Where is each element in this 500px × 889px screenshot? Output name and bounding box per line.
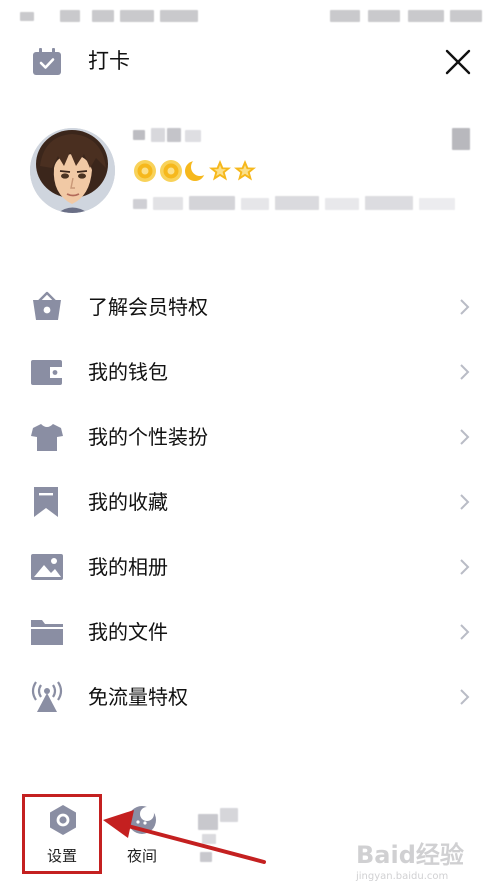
chevron-right-icon <box>459 298 471 316</box>
weather-blur[interactable] <box>198 804 240 864</box>
menu-list: 了解会员特权 我的钱包 我的个性装扮 我的收藏 我的相册 我的文件 免流量特权 <box>0 274 500 729</box>
wallet-icon <box>30 356 64 388</box>
moon-face-icon <box>127 805 157 835</box>
star-badge-icon <box>234 160 256 181</box>
menu-item-label: 我的收藏 <box>88 490 168 514</box>
watermark-logo: Baid经验 jingyan.baidu.com <box>356 840 496 888</box>
checkin-label[interactable]: 打卡 <box>88 46 130 76</box>
menu-item-files[interactable]: 我的文件 <box>0 599 500 664</box>
menu-item-vip-privileges[interactable]: 了解会员特权 <box>0 274 500 339</box>
status-blur <box>20 12 34 21</box>
sun-badge-icon <box>134 160 156 182</box>
folder-icon <box>30 616 64 648</box>
status-blur <box>92 10 114 22</box>
status-bar <box>0 0 500 30</box>
level-badges <box>133 158 263 184</box>
watermark-main: Baid经验 <box>356 841 464 869</box>
watermark-sub: jingyan.baidu.com <box>356 871 449 882</box>
menu-item-label: 我的相册 <box>88 555 168 579</box>
menu-item-favorites[interactable]: 我的收藏 <box>0 469 500 534</box>
menu-item-wallet[interactable]: 我的钱包 <box>0 339 500 404</box>
menu-item-label: 免流量特权 <box>88 685 188 709</box>
signature-blur <box>133 196 463 210</box>
calendar-check-icon[interactable] <box>32 48 62 76</box>
moon-badge-icon <box>185 158 209 181</box>
menu-item-label: 我的钱包 <box>88 360 168 384</box>
chevron-right-icon <box>459 428 471 446</box>
status-blur <box>408 10 444 22</box>
close-icon[interactable] <box>444 48 472 76</box>
tshirt-icon <box>30 421 64 453</box>
signal-tower-icon <box>30 681 64 713</box>
annotation-highlight-box <box>22 794 102 874</box>
chevron-right-icon <box>459 493 471 511</box>
status-blur <box>330 10 360 22</box>
crown-basket-icon <box>30 291 64 323</box>
nickname-blur <box>133 128 203 142</box>
menu-item-label: 我的文件 <box>88 620 168 644</box>
sun-badge-icon <box>160 160 182 182</box>
status-blur <box>160 10 198 22</box>
night-mode-label: 夜间 <box>126 847 157 865</box>
menu-item-album[interactable]: 我的相册 <box>0 534 500 599</box>
bookmark-icon <box>30 486 64 518</box>
chevron-right-icon <box>459 363 471 381</box>
photo-icon <box>30 551 64 583</box>
status-blur <box>450 10 482 22</box>
menu-item-free-data[interactable]: 免流量特权 <box>0 664 500 729</box>
menu-item-label: 我的个性装扮 <box>88 425 208 449</box>
menu-item-personalization[interactable]: 我的个性装扮 <box>0 404 500 469</box>
status-blur <box>368 10 400 22</box>
chevron-right-icon <box>459 623 471 641</box>
profile-card-blur[interactable] <box>452 128 470 150</box>
status-blur <box>60 10 80 22</box>
avatar[interactable] <box>30 128 115 213</box>
menu-item-label: 了解会员特权 <box>88 295 208 319</box>
chevron-right-icon <box>459 688 471 706</box>
star-badge-icon <box>209 160 231 181</box>
chevron-right-icon <box>459 558 471 576</box>
night-mode-button[interactable]: 夜间 <box>112 794 172 874</box>
status-blur <box>120 10 154 22</box>
